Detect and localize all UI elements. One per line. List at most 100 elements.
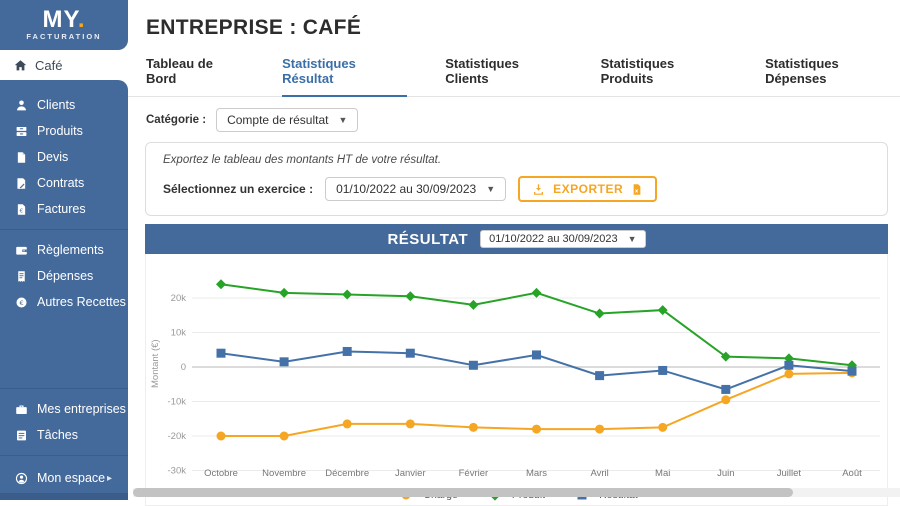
sidebar-divider [0, 388, 128, 389]
chart-period-value: 01/10/2022 au 30/09/2023 [489, 233, 617, 245]
result-line-chart: 20k 10k 0 -10k -20k -30k Montant (€) Octobre Nov… [146, 258, 887, 480]
app-logo[interactable]: MY. FACTURATION [0, 0, 128, 50]
file-excel-icon: x [631, 183, 643, 196]
user-icon [15, 99, 28, 112]
sidebar-item-label: Contrats [37, 176, 84, 190]
sidebar-item-contrats[interactable]: Contrats [0, 170, 128, 196]
sidebar-footer-strip [0, 493, 128, 500]
chevron-down-icon: ▼ [486, 184, 495, 194]
sidebar-item-label: Factures [37, 202, 86, 216]
svg-text:0: 0 [181, 362, 186, 373]
products-icon [15, 125, 28, 138]
svg-text:Février: Février [459, 468, 489, 479]
chart-header: RÉSULTAT 01/10/2022 au 30/09/2023 ▼ [145, 224, 888, 254]
chart-period-select[interactable]: 01/10/2022 au 30/09/2023 ▼ [480, 230, 645, 248]
chart-title: RÉSULTAT [387, 231, 468, 248]
sidebar-item-label: Mes entreprises [37, 402, 126, 416]
category-value: Compte de résultat [227, 113, 328, 127]
exercise-value: 01/10/2022 au 30/09/2023 [336, 182, 476, 196]
exercise-select[interactable]: 01/10/2022 au 30/09/2023 ▼ [325, 177, 506, 201]
active-company-label: Café [35, 58, 62, 73]
sidebar-item-devis[interactable]: Devis [0, 144, 128, 170]
page-title: ENTREPRISE : CAFÉ [146, 16, 900, 40]
svg-text:Montant (€): Montant (€) [150, 339, 161, 388]
sidebar-item-label: Mon espace [37, 471, 105, 485]
svg-text:Juillet: Juillet [777, 468, 802, 479]
document-icon [15, 151, 28, 164]
sidebar: MY. FACTURATION Café Clients Produits De… [0, 0, 128, 500]
logo-subtext: FACTURATION [26, 32, 101, 41]
sidebar-divider [0, 455, 128, 456]
svg-text:€: € [20, 208, 24, 214]
svg-text:Mars: Mars [526, 468, 547, 479]
export-note: Exportez le tableau des montants HT de v… [163, 154, 870, 166]
sidebar-item-autres-recettes[interactable]: € Autres Recettes [0, 289, 128, 315]
exercise-label: Sélectionnez un exercice : [163, 182, 313, 196]
sidebar-item-mon-espace[interactable]: Mon espace ▸ [0, 463, 128, 493]
tab-bar: Tableau de Bord Statistiques Résultat St… [128, 56, 900, 97]
sidebar-item-mes-entreprises[interactable]: Mes entreprises [0, 396, 128, 422]
user-circle-icon [15, 472, 28, 485]
logo-text: MY. [42, 9, 85, 31]
export-button[interactable]: EXPORTER x [518, 176, 657, 202]
sidebar-item-cafe[interactable]: Café [0, 50, 128, 80]
tab-tableau-de-bord[interactable]: Tableau de Bord [146, 56, 244, 96]
category-select[interactable]: Compte de résultat ▼ [216, 108, 358, 132]
briefcase-icon [15, 403, 28, 416]
svg-text:x: x [635, 188, 639, 194]
tab-statistiques-depenses[interactable]: Statistiques Dépenses [765, 56, 900, 96]
svg-text:-10k: -10k [168, 397, 187, 408]
sidebar-item-label: Clients [37, 98, 75, 112]
horizontal-scrollbar[interactable] [133, 488, 900, 497]
chevron-right-icon: ▸ [107, 473, 112, 484]
svg-text:-30k: -30k [168, 466, 187, 477]
sidebar-divider [0, 229, 128, 230]
main-content: ENTREPRISE : CAFÉ Tableau de Bord Statis… [128, 0, 900, 500]
svg-text:Mai: Mai [655, 468, 670, 479]
svg-text:Juin: Juin [717, 468, 734, 479]
svg-text:Décembre: Décembre [325, 468, 369, 479]
sidebar-item-label: Tâches [37, 428, 78, 442]
tab-statistiques-resultat[interactable]: Statistiques Résultat [282, 56, 407, 97]
contract-icon [15, 177, 28, 190]
wallet-icon [15, 244, 28, 257]
category-label: Catégorie : [146, 114, 206, 126]
result-chart-card: RÉSULTAT 01/10/2022 au 30/09/2023 ▼ 20k 1… [145, 224, 888, 506]
sidebar-item-clients[interactable]: Clients [0, 92, 128, 118]
svg-text:20k: 20k [171, 293, 187, 304]
download-icon [532, 183, 545, 196]
svg-text:Août: Août [842, 468, 862, 479]
chevron-down-icon: ▼ [338, 115, 347, 125]
sidebar-item-label: Dépenses [37, 269, 93, 283]
svg-text:Janvier: Janvier [395, 468, 426, 479]
sidebar-item-label: Devis [37, 150, 68, 164]
sidebar-item-label: Règlements [37, 243, 104, 257]
sidebar-item-taches[interactable]: Tâches [0, 422, 128, 448]
svg-text:-20k: -20k [168, 431, 187, 442]
sidebar-item-depenses[interactable]: Dépenses [0, 263, 128, 289]
svg-text:Novembre: Novembre [262, 468, 306, 479]
tab-statistiques-clients[interactable]: Statistiques Clients [445, 56, 562, 96]
sidebar-item-reglements[interactable]: Règlements [0, 237, 128, 263]
category-row: Catégorie : Compte de résultat ▼ [146, 108, 900, 132]
chart-body: 20k 10k 0 -10k -20k -30k Montant (€) Octobre Nov… [145, 254, 888, 506]
logo-dot: . [78, 6, 86, 33]
svg-text:10k: 10k [171, 328, 187, 339]
sidebar-item-factures[interactable]: € Factures [0, 196, 128, 222]
chevron-down-icon: ▼ [628, 234, 637, 244]
svg-text:Avril: Avril [590, 468, 608, 479]
svg-text:Octobre: Octobre [204, 468, 238, 479]
tab-statistiques-produits[interactable]: Statistiques Produits [601, 56, 727, 96]
receipt-icon [15, 270, 28, 283]
svg-text:€: € [19, 298, 23, 306]
export-button-label: EXPORTER [553, 182, 623, 196]
export-card: Exportez le tableau des montants HT de v… [145, 142, 888, 216]
invoice-icon: € [15, 203, 28, 216]
coin-icon: € [15, 296, 28, 309]
sidebar-item-produits[interactable]: Produits [0, 118, 128, 144]
scrollbar-thumb[interactable] [133, 488, 793, 497]
sidebar-item-label: Autres Recettes [37, 295, 126, 309]
home-icon [14, 59, 27, 72]
sidebar-item-label: Produits [37, 124, 83, 138]
tasks-icon [15, 429, 28, 442]
